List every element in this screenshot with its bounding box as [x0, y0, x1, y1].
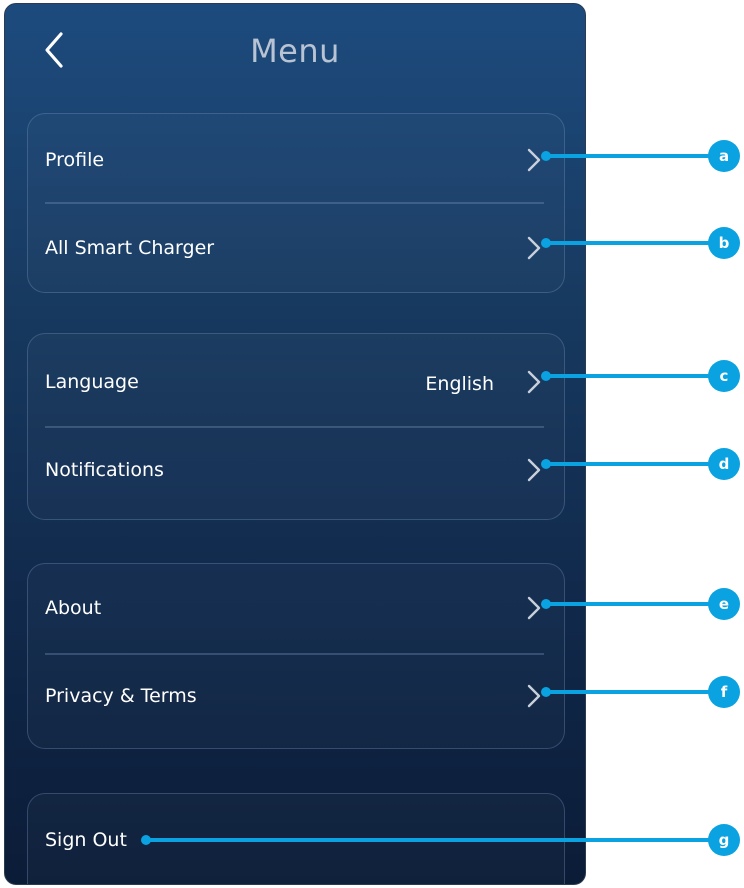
chevron-right-icon [527, 370, 541, 394]
chevron-right-icon [527, 684, 541, 708]
sign-out-card: Sign Out [27, 793, 565, 884]
callout-letter: e [719, 595, 729, 613]
sign-out-label: Sign Out [45, 829, 127, 851]
callout-letter: c [720, 367, 729, 385]
chevron-right-icon [527, 458, 541, 482]
chevron-right-icon [527, 236, 541, 260]
menu-item-label: Profile [45, 149, 105, 171]
chevron-right-icon [527, 148, 541, 172]
callout-letter: d [719, 455, 730, 473]
menu-item-label: About [45, 597, 102, 619]
page-title: Menu [250, 32, 340, 70]
menu-item-label: Language [45, 371, 139, 393]
language-value: English [425, 372, 494, 395]
menu-item-label: Notifications [45, 459, 164, 481]
menu-item-notifications[interactable]: Notifications [28, 426, 564, 514]
info-card: About Privacy & Terms [27, 563, 565, 749]
menu-item-language[interactable]: Language English [28, 338, 564, 426]
callout-letter: a [719, 147, 729, 165]
chevron-right-icon [527, 596, 541, 620]
menu-item-profile[interactable]: Profile [28, 116, 564, 204]
menu-item-about[interactable]: About [28, 564, 564, 652]
menu-item-label: All Smart Charger [45, 237, 215, 259]
preferences-card: Language English Notifications [27, 333, 565, 520]
menu-item-label: Privacy & Terms [45, 685, 197, 707]
menu-item-privacy-terms[interactable]: Privacy & Terms [28, 652, 564, 740]
account-card: Profile All Smart Charger [27, 113, 565, 293]
menu-screen: Menu Profile All Smart Charger Language … [4, 3, 586, 885]
callout-letter: f [721, 683, 728, 701]
menu-item-all-smart-charger[interactable]: All Smart Charger [28, 204, 564, 292]
callout-letter: g [719, 831, 730, 849]
sign-out-button[interactable]: Sign Out [28, 796, 564, 884]
callout-letter: b [719, 234, 730, 252]
